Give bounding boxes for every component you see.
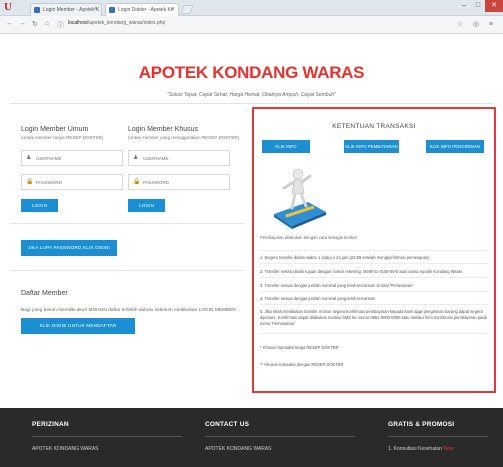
payment-rule-item: 5. Jika telah melakukan transfer mohon s… — [260, 309, 487, 326]
footer-heading-perizinan: PERIZINAN — [32, 421, 69, 428]
footer-contact-item[interactable]: APOTEK KONDANG WARAS — [205, 446, 272, 452]
maximize-icon[interactable]: □ — [471, 0, 485, 12]
forgot-password-button[interactable]: JIKA LUPA PASSWORD KLIK DISINI — [21, 240, 117, 256]
back-icon[interactable]: ← — [6, 20, 13, 27]
payment-rule-item: 4. Transfer sesuai dengan jumlah nominal… — [260, 296, 376, 301]
lock-icon: 🔒 — [133, 179, 141, 185]
url-field[interactable]: localhost/apotek_kondang_waras/index.php — [68, 20, 165, 26]
browser-tab-bar: U Login Member - Apotek K ✕ Login Dokter… — [0, 0, 503, 16]
panel-divider — [260, 291, 488, 292]
login-khusus-subtitle: (untuk member yang menggunakan RESEP DOK… — [128, 135, 240, 140]
window-close-icon[interactable]: ✕ — [485, 0, 503, 12]
register-button[interactable]: KLIK DISINI UNTUK MENDAFTAR — [21, 318, 135, 334]
login-khusus-title: Login Member Khusus — [128, 126, 199, 133]
info-pembayaran-button[interactable]: KLIK INFO PEMBAYARAN — [344, 140, 399, 153]
site-footer: PERIZINAN CONTACT US GRATIS & PROMOSI AP… — [0, 408, 503, 467]
footer-promosi-label: 1. Konsultasi Kesehatan — [388, 446, 442, 452]
close-tab-icon[interactable]: ✕ — [171, 6, 175, 12]
browser-tab-login-member[interactable]: Login Member - Apotek K ✕ — [30, 3, 102, 16]
bookmark-star-icon[interactable]: ☆ ◎ ≡ — [457, 20, 497, 28]
url-host: localhost — [68, 20, 88, 26]
footer-promosi-item[interactable]: 1. Konsultasi Kesehatan New — [388, 446, 453, 452]
login-khusus-button[interactable]: LOGIN — [128, 199, 165, 212]
tab-label: Login Dokter - Apotek Ko — [118, 7, 174, 13]
close-tab-icon[interactable]: ✕ — [94, 6, 98, 12]
panel-title: KETENTUAN TRANSAKSI — [332, 123, 416, 130]
login-khusus-password-input[interactable] — [143, 177, 233, 187]
panel-divider — [260, 304, 488, 305]
login-umum-subtitle: (untuk member tanpa RESEP DOKTER) — [21, 135, 104, 140]
info-pengiriman-button[interactable]: KLIK INFO PENGIRIMAN — [426, 140, 484, 153]
lock-icon: 🔒 — [26, 179, 34, 185]
login-khusus-username-field[interactable]: ♟ — [128, 150, 233, 166]
daftar-member-text: Bagi yang belum memiliki akun MOHON daft… — [21, 308, 236, 313]
panel-footnote: ** Khusus transaksi dengan RESEP DOKTER — [260, 362, 344, 367]
tab-label: Login Member - Apotek K — [43, 7, 100, 13]
payment-rule-item: 2. Transfer melalui Bank tujuan dengan n… — [260, 269, 463, 274]
panel-divider — [260, 263, 488, 264]
url-path: /apotek_kondang_waras/index.php — [87, 20, 166, 26]
login-umum-password-field[interactable]: 🔒 — [21, 174, 126, 190]
footer-divider — [32, 436, 182, 437]
new-tab-button[interactable] — [180, 5, 194, 14]
login-khusus-password-field[interactable]: 🔒 — [128, 174, 233, 190]
header-divider — [10, 103, 493, 104]
login-umum-password-input[interactable] — [36, 177, 126, 187]
forward-icon[interactable]: → — [19, 20, 26, 27]
section-divider — [10, 270, 244, 271]
login-umum-username-field[interactable]: ♟ — [21, 150, 126, 166]
browser-logo: U — [4, 1, 12, 13]
login-umum-button[interactable]: LOGIN — [21, 199, 58, 212]
home-icon[interactable]: ⌂ — [45, 20, 49, 27]
reload-icon[interactable]: ↻ — [32, 20, 38, 28]
panel-footnote: * Khusus transaksi tanpa RESEP DOKTER — [260, 345, 339, 350]
footer-divider — [388, 436, 488, 437]
new-badge: New — [443, 446, 454, 452]
minimize-icon[interactable]: – — [457, 0, 471, 12]
payment-rule-item: 3. Transfer sesuai dengan jumlah nominal… — [260, 283, 414, 288]
payment-lead-text: Pembayaran dilakukan dengan cara sebagai… — [260, 235, 357, 240]
site-tagline: "Solusi Tepat, Cepat Sehat, Harga Hemat,… — [167, 92, 336, 98]
daftar-member-title: Daftar Member — [21, 290, 68, 297]
site-title: APOTEK KONDANG WARAS — [138, 63, 365, 82]
ketentuan-transaksi-panel: KETENTUAN TRANSAKSI KLIK INFO PEMESANAN … — [252, 107, 496, 393]
favicon-icon — [34, 7, 40, 13]
footer-heading-contact: CONTACT US — [205, 421, 250, 428]
panel-divider — [260, 333, 488, 334]
info-pemesanan-button[interactable]: KLIK INFO PEMESANAN — [262, 140, 310, 162]
window-controls: – □ ✕ — [457, 0, 503, 12]
login-umum-username-input[interactable] — [36, 153, 126, 163]
page-info-icon[interactable]: ⓘ — [57, 20, 64, 30]
footer-divider — [205, 436, 355, 437]
payment-illustration-icon — [274, 168, 326, 229]
browser-tab-login-dokter[interactable]: Login Dokter - Apotek Ko ✕ — [105, 3, 179, 16]
payment-rule-item: 1. Segera transfer dalam waktu 1 (satu) … — [260, 255, 430, 260]
user-icon: ♟ — [133, 155, 139, 161]
section-divider — [10, 223, 244, 224]
panel-divider — [260, 277, 488, 278]
user-icon: ♟ — [26, 155, 32, 161]
panel-divider — [260, 250, 488, 251]
favicon-icon — [109, 7, 115, 13]
login-khusus-username-input[interactable] — [143, 153, 233, 163]
footer-heading-promosi: GRATIS & PROMOSI — [388, 421, 455, 428]
login-umum-title: Login Member Umum — [21, 126, 89, 133]
footer-perizinan-item[interactable]: APOTEK KONDANG WARAS — [32, 446, 99, 452]
address-bar: ← → ↻ ⌂ ⓘ localhost/apotek_kondang_waras… — [0, 16, 503, 34]
